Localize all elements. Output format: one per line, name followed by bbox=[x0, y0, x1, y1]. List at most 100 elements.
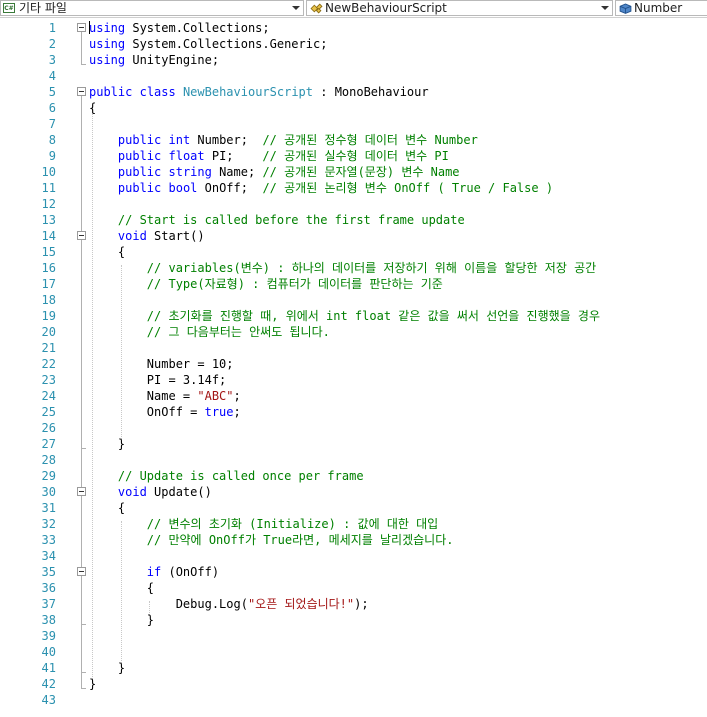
code-line[interactable]: if (OnOff) bbox=[89, 564, 219, 580]
collapse-class-icon[interactable] bbox=[77, 87, 86, 96]
collapse-update-icon[interactable] bbox=[77, 487, 86, 496]
code-line[interactable]: // Update is called once per frame bbox=[89, 468, 364, 484]
code-line[interactable]: using System.Collections; bbox=[89, 20, 270, 36]
code-token: ; bbox=[233, 405, 241, 419]
code-token: // 초기화를 진행할 때, 위에서 int float 같은 값을 써서 선언… bbox=[146, 309, 601, 323]
code-editor[interactable]: 1 2 3 4 5 6 7 8 9 10 11 12 13 14 15 16 17 18 19 20 21 22 23 24 2… bbox=[0, 17, 707, 717]
line-number: 25 bbox=[41, 405, 56, 419]
line-number: 12 bbox=[41, 197, 56, 211]
code-line[interactable]: // Type(자료형) : 컴퓨터가 데이터를 판단하는 기준 bbox=[89, 276, 443, 292]
code-line[interactable]: public class NewBehaviourScript : MonoBe… bbox=[89, 84, 429, 100]
csharp-file-icon: C# bbox=[3, 3, 15, 13]
collapse-usings-icon[interactable] bbox=[77, 23, 86, 32]
line-number: 21 bbox=[41, 341, 56, 355]
member-dropdown[interactable]: Number bbox=[615, 0, 707, 16]
line-number: 22 bbox=[41, 357, 56, 371]
code-line[interactable]: using UnityEngine; bbox=[89, 52, 219, 68]
code-line[interactable]: void Start() bbox=[89, 228, 205, 244]
code-line[interactable]: // 만약에 OnOff가 True라면, 메세지를 날리겠습니다. bbox=[89, 532, 454, 548]
line-number: 19 bbox=[41, 309, 56, 323]
class-dropdown[interactable]: NewBehaviourScript bbox=[306, 0, 613, 16]
code-token: ; bbox=[233, 389, 241, 403]
line-number: 32 bbox=[41, 517, 56, 531]
code-token: Number = 10; bbox=[89, 357, 234, 371]
line-number: 39 bbox=[41, 629, 56, 643]
text-caret bbox=[89, 21, 90, 34]
code-token: } bbox=[89, 437, 126, 451]
code-token: using bbox=[89, 21, 126, 35]
code-line[interactable]: } bbox=[89, 436, 125, 452]
code-token: true bbox=[204, 405, 234, 419]
code-line[interactable]: { bbox=[89, 100, 96, 116]
code-token: // Start is called before the first fram… bbox=[117, 213, 465, 227]
code-line[interactable]: Name = "ABC"; bbox=[89, 388, 241, 404]
code-token: // 공개된 문자열(문장) 변수 Name bbox=[262, 165, 460, 179]
project-dropdown[interactable]: C# 기타 파일 bbox=[0, 0, 304, 16]
code-line[interactable]: Debug.Log("오픈 되었습니다!"); bbox=[89, 596, 369, 612]
class-icon bbox=[310, 3, 323, 14]
line-number: 11 bbox=[41, 181, 56, 195]
code-line[interactable]: public bool OnOff; // 공개된 논리형 변수 OnOff (… bbox=[89, 180, 553, 196]
outline-end bbox=[81, 624, 86, 625]
code-token: MonoBehaviour bbox=[334, 85, 429, 99]
code-line[interactable]: // 변수의 초기화 (Initialize) : 값에 대한 대입 bbox=[89, 516, 438, 532]
code-token: { bbox=[89, 501, 126, 515]
code-line[interactable]: { bbox=[89, 580, 154, 596]
code-token: Update() bbox=[146, 485, 212, 499]
line-number: 38 bbox=[41, 613, 56, 627]
code-line[interactable]: // variables(변수) : 하나의 데이터를 저장하기 위해 이름을 … bbox=[89, 260, 596, 276]
chevron-down-icon[interactable] bbox=[292, 6, 300, 10]
collapse-if-icon[interactable] bbox=[77, 567, 86, 576]
line-number: 24 bbox=[41, 389, 56, 403]
code-line[interactable]: } bbox=[89, 660, 125, 676]
code-line[interactable]: void Update() bbox=[89, 484, 212, 500]
line-number: 7 bbox=[48, 117, 56, 131]
code-line[interactable]: public string Name; // 공개된 문자열(문장) 변수 Na… bbox=[89, 164, 460, 180]
line-number: 14 bbox=[41, 229, 56, 243]
code-line[interactable]: } bbox=[89, 612, 154, 628]
code-token: ); bbox=[354, 597, 369, 611]
code-line[interactable]: { bbox=[89, 500, 125, 516]
code-line[interactable]: // 초기화를 진행할 때, 위에서 int float 같은 값을 써서 선언… bbox=[89, 308, 600, 324]
code-token: class bbox=[139, 85, 176, 99]
line-number: 20 bbox=[41, 325, 56, 339]
code-token: } bbox=[89, 613, 155, 627]
code-line[interactable]: } bbox=[89, 676, 96, 692]
code-line[interactable]: Number = 10; bbox=[89, 356, 234, 372]
code-token: // variables(변수) : 하나의 데이터를 저장하기 위해 이름을 … bbox=[146, 261, 597, 275]
code-token: OnOff; bbox=[197, 181, 263, 195]
code-token: PI = 3.14f; bbox=[89, 373, 227, 387]
code-line[interactable]: // Start is called before the first fram… bbox=[89, 212, 465, 228]
code-line[interactable]: using System.Collections.Generic; bbox=[89, 36, 327, 52]
line-number: 13 bbox=[41, 213, 56, 227]
line-number: 40 bbox=[41, 645, 56, 659]
line-number: 4 bbox=[48, 69, 56, 83]
code-token: bool bbox=[168, 181, 198, 195]
chevron-down-icon[interactable] bbox=[601, 6, 609, 10]
code-line[interactable]: OnOff = true; bbox=[89, 404, 241, 420]
line-number: 15 bbox=[41, 245, 56, 259]
code-line[interactable]: PI = 3.14f; bbox=[89, 372, 226, 388]
line-number: 28 bbox=[41, 453, 56, 467]
code-token: // Type(자료형) : 컴퓨터가 데이터를 판단하는 기준 bbox=[146, 277, 443, 291]
code-token: "오픈 되었습니다!" bbox=[247, 597, 355, 611]
code-token: PI; bbox=[204, 149, 263, 163]
line-number: 30 bbox=[41, 485, 56, 499]
code-line[interactable]: { bbox=[89, 244, 125, 260]
collapse-start-icon[interactable] bbox=[77, 231, 86, 240]
code-line[interactable]: // 그 다음부터는 안써도 됩니다. bbox=[89, 324, 330, 340]
code-line[interactable]: public float PI; // 공개된 실수형 데이터 변수 PI bbox=[89, 148, 449, 164]
code-token: string bbox=[168, 165, 212, 179]
code-line[interactable]: public int Number; // 공개된 정수형 데이터 변수 Num… bbox=[89, 132, 478, 148]
code-token: } bbox=[89, 677, 97, 691]
